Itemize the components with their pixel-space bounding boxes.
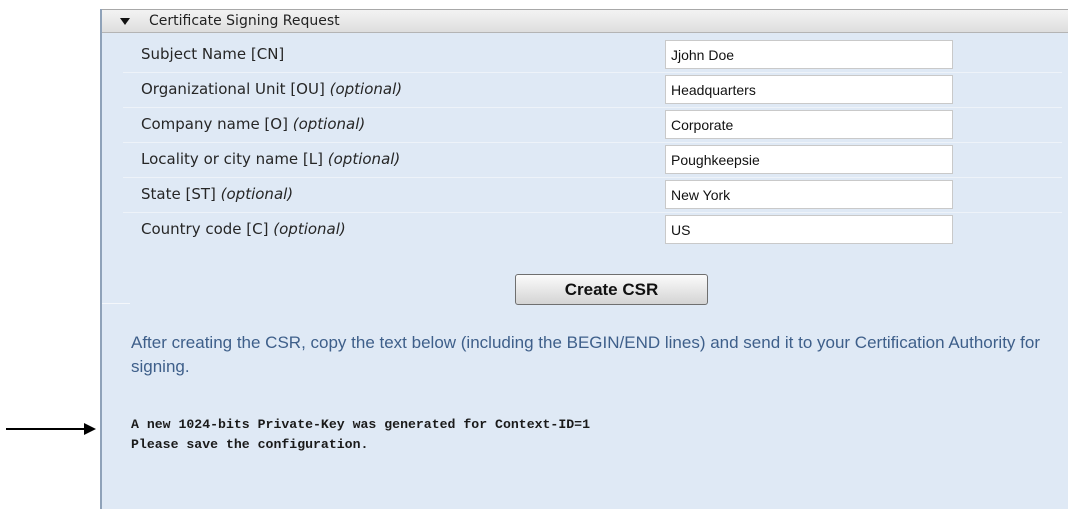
organizational-unit-label: Organizational Unit [OU] (optional) [141, 80, 403, 98]
form-row-country-code: Country code [C] (optional) [123, 213, 1062, 248]
csr-panel: Certificate Signing Request Subject Name… [100, 9, 1068, 509]
annotation-arrow-icon [6, 423, 96, 435]
company-name-label: Company name [O] (optional) [141, 115, 366, 133]
optional-hint: (optional) [327, 150, 401, 168]
panel-title: Certificate Signing Request [149, 13, 340, 29]
company-name-input[interactable] [665, 110, 953, 139]
optional-hint: (optional) [220, 185, 294, 203]
form-row-state: State [ST] (optional) [123, 178, 1062, 213]
subject-name-input[interactable] [665, 40, 953, 69]
output-line: Please save the configuration. [131, 437, 369, 452]
locality-label: Locality or city name [L] (optional) [141, 150, 401, 168]
create-csr-button[interactable]: Create CSR [515, 274, 708, 305]
instructions-text: After creating the CSR, copy the text be… [131, 333, 1040, 376]
csr-form: Subject Name [CN] Organizational Unit [O… [123, 38, 1062, 248]
optional-hint: (optional) [273, 220, 346, 238]
output-line: A new 1024-bits Private-Key was generate… [131, 417, 590, 432]
collapse-triangle-icon[interactable] [120, 18, 130, 25]
form-row-company-name: Company name [O] (optional) [123, 108, 1062, 143]
country-code-label: Country code [C] (optional) [141, 220, 346, 238]
locality-input[interactable] [665, 145, 953, 174]
optional-hint: (optional) [329, 80, 403, 98]
section-divider [102, 303, 130, 304]
screenshot-stage: Certificate Signing Request Subject Name… [0, 0, 1079, 509]
form-row-locality: Locality or city name [L] (optional) [123, 143, 1062, 178]
state-input[interactable] [665, 180, 953, 209]
csr-output-text[interactable]: A new 1024-bits Private-Key was generate… [131, 415, 590, 455]
organizational-unit-input[interactable] [665, 75, 953, 104]
form-row-subject-name: Subject Name [CN] [123, 38, 1062, 73]
optional-hint: (optional) [292, 115, 366, 133]
state-label: State [ST] (optional) [141, 185, 294, 203]
form-row-organizational-unit: Organizational Unit [OU] (optional) [123, 73, 1062, 108]
country-code-input[interactable] [665, 215, 953, 244]
subject-name-label: Subject Name [CN] [141, 45, 285, 63]
panel-header[interactable]: Certificate Signing Request [102, 9, 1068, 33]
